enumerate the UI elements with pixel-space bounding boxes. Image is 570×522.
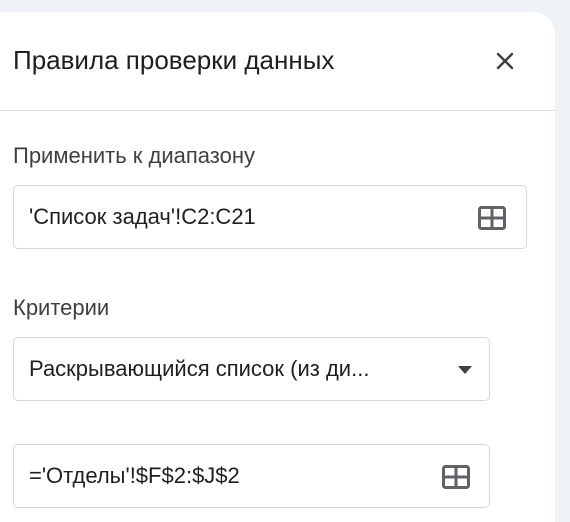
range-select-button[interactable] [477, 203, 507, 233]
grid-select-icon [442, 465, 470, 489]
criteria-dropdown-value: Раскрывающийся список (из ди... [29, 356, 370, 381]
range-input[interactable]: 'Список задач'!C2:C21 [13, 185, 527, 249]
criteria-dropdown[interactable]: Раскрывающийся список (из ди... [13, 337, 490, 401]
range-label: Применить к диапазону [13, 143, 256, 168]
range-input-value: 'Список задач'!C2:C21 [29, 204, 256, 229]
close-icon [496, 52, 514, 70]
triangle-down-icon [458, 366, 472, 374]
criteria-label: Критерии [13, 295, 110, 320]
close-button[interactable] [486, 42, 524, 80]
source-range-select-button[interactable] [441, 462, 471, 492]
criteria-source-value: ='Отделы'!$F$2:$J$2 [29, 463, 240, 488]
panel-header: Правила проверки данных [0, 12, 555, 111]
criteria-dropdown-toggle[interactable] [455, 360, 475, 380]
data-validation-panel: Правила проверки данных Применить к диап… [0, 12, 555, 522]
criteria-source-input[interactable]: ='Отделы'!$F$2:$J$2 [13, 444, 490, 508]
panel-title: Правила проверки данных [13, 45, 335, 75]
grid-select-icon [478, 206, 506, 230]
